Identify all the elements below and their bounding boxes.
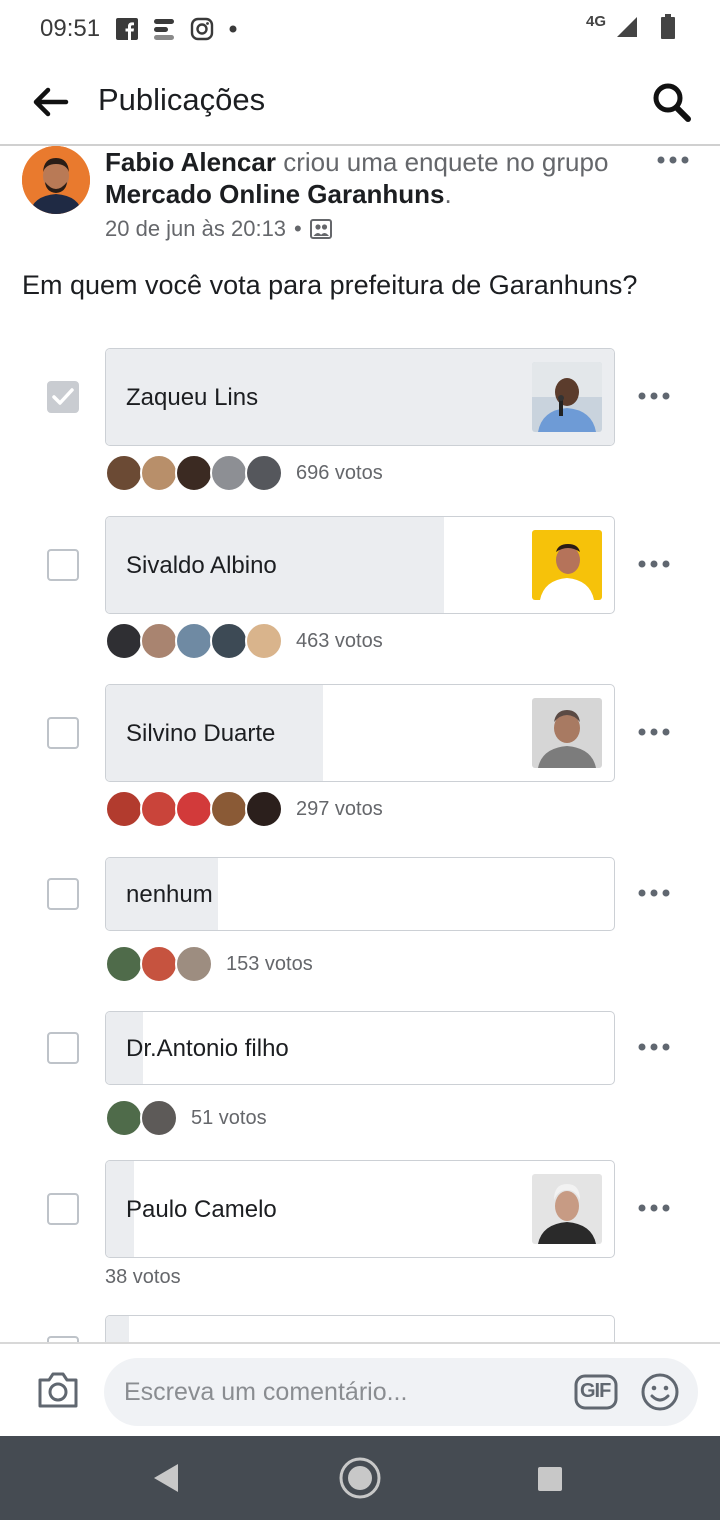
voter-avatars[interactable]: 297 votos [105,790,383,828]
app-icon [154,19,175,40]
candidate-photo [532,698,602,768]
signal-icon [617,17,637,37]
voter-avatar [245,454,283,492]
voter-avatars[interactable]: 463 votos [105,622,383,660]
gif-label: GIF [580,1380,611,1402]
post-header-text: Fabio Alencar criou uma enquete no grupo… [105,146,645,210]
option-more-icon[interactable] [638,727,670,737]
vote-count[interactable]: 297 votos [296,798,383,821]
instagram-icon [190,17,214,41]
post-meta: 20 de jun às 20:13 • [105,216,332,242]
candidate-photo [532,362,602,432]
voter-avatar [175,790,213,828]
poll-option-box[interactable]: Dr.Antonio filho [105,1011,615,1085]
status-time: 09:51 [40,15,101,42]
gif-button[interactable]: GIF [574,1372,618,1412]
system-nav-bar [0,1436,720,1520]
poll-option-box[interactable]: Silvino Duarte [105,684,615,782]
poll-option-box[interactable] [105,1315,615,1342]
voter-avatar [105,790,143,828]
nav-home-icon[interactable] [338,1456,382,1500]
facebook-icon [116,18,139,40]
search-icon[interactable] [652,80,692,124]
group-audience-icon [309,219,332,239]
vote-count[interactable]: 38 votos [105,1266,181,1289]
post-action: criou uma enquete no grupo [275,147,609,177]
voter-avatar [105,1099,143,1137]
voter-avatar [175,622,213,660]
voter-avatar [210,454,248,492]
poll-option-box[interactable]: Sivaldo Albino [105,516,615,614]
emoji-icon[interactable] [640,1372,680,1412]
nav-recents-icon[interactable] [537,1466,563,1492]
voter-avatar [210,790,248,828]
voter-avatars[interactable]: 153 votos [105,945,313,983]
voter-avatar [245,622,283,660]
option-more-icon[interactable] [638,559,670,569]
poll-checkbox[interactable] [47,717,79,749]
check-icon [52,388,74,405]
vote-count[interactable]: 153 votos [226,953,313,976]
poll-option-label: Silvino Duarte [126,720,276,747]
author-avatar[interactable] [22,146,90,214]
more-options-icon[interactable] [656,150,690,170]
candidate-photo [532,530,602,600]
vote-count[interactable]: 51 votos [191,1107,267,1130]
camera-icon[interactable] [36,1370,80,1410]
voter-avatars[interactable]: 51 votos [105,1099,267,1137]
voter-avatar [140,454,178,492]
poll-question: Em quem você vota para prefeitura de Gar… [22,270,638,300]
poll-option-label: nenhum [126,881,213,908]
poll-checkbox[interactable] [47,1193,79,1225]
poll-option-box[interactable]: nenhum [105,857,615,931]
poll-checkbox[interactable] [47,1032,79,1064]
voter-avatar [175,945,213,983]
post-group[interactable]: Mercado Online Garanhuns [105,179,445,209]
voter-avatar [105,945,143,983]
poll-checkbox[interactable] [47,549,79,581]
back-arrow-icon[interactable] [30,84,70,120]
poll-checkbox[interactable] [47,878,79,910]
vote-count[interactable]: 463 votos [296,630,383,653]
dot-icon [229,25,237,33]
battery-icon [661,14,675,39]
vote-count[interactable]: 696 votos [296,462,383,485]
voter-avatar [140,945,178,983]
poll-checkbox[interactable] [47,381,79,413]
status-bar: 09:51 4G [0,0,720,58]
option-more-icon[interactable] [638,391,670,401]
network-label: 4G [585,12,606,30]
page-title: Publicações [98,82,266,117]
poll-option-box[interactable]: Zaqueu Lins [105,348,615,446]
poll-option-label: Sivaldo Albino [126,552,277,579]
voter-avatar [140,790,178,828]
comment-bar: GIF [0,1342,720,1438]
post-author[interactable]: Fabio Alencar [105,147,276,177]
meta-separator: • [294,216,302,241]
post-date[interactable]: 20 de jun às 20:13 [105,216,286,242]
voter-avatar [210,622,248,660]
option-more-icon[interactable] [638,888,670,898]
voter-avatar [245,790,283,828]
voter-avatar [105,454,143,492]
voter-avatars[interactable]: 696 votos [105,454,383,492]
app-header: Publicações [0,58,720,146]
post-group-suffix: . [444,179,452,209]
option-more-icon[interactable] [638,1203,670,1213]
candidate-photo [532,1174,602,1244]
poll-option-box[interactable]: Paulo Camelo [105,1160,615,1258]
voter-avatar [175,454,213,492]
poll-option-label: Dr.Antonio filho [126,1035,289,1062]
option-more-icon[interactable] [638,1042,670,1052]
voter-avatar [140,1099,178,1137]
vote-fill-bar [106,1316,129,1342]
poll-option-label: Paulo Camelo [126,1196,277,1223]
nav-back-icon[interactable] [152,1462,182,1494]
voter-avatar [105,622,143,660]
poll-option-label: Zaqueu Lins [126,384,259,411]
voter-avatar [140,622,178,660]
poll-option-partial [0,1315,720,1342]
